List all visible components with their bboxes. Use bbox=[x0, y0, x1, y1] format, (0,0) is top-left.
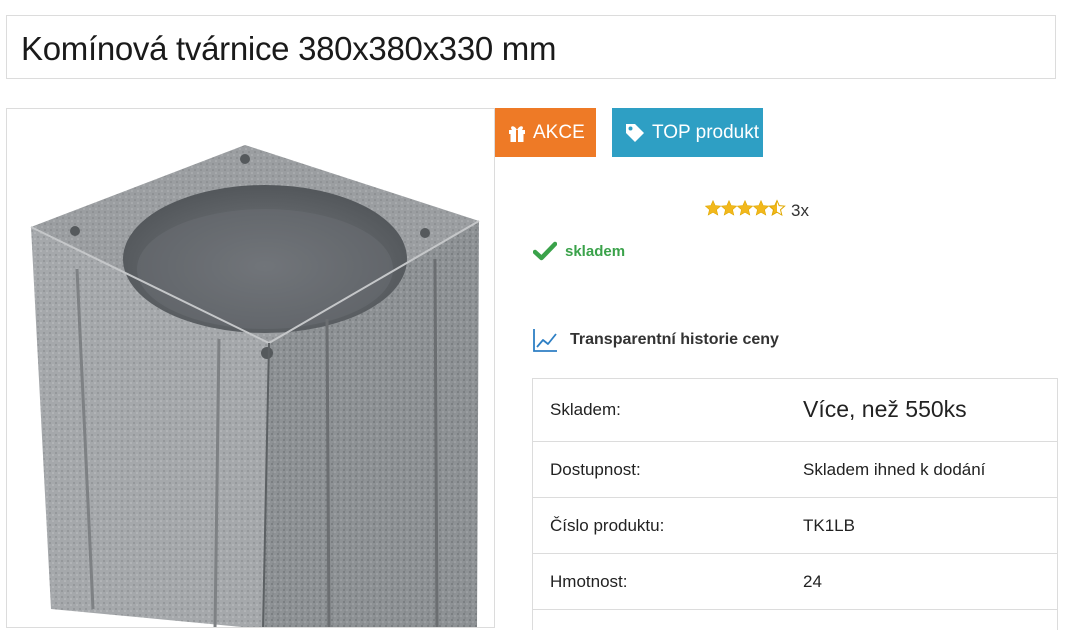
param-value: 24 bbox=[803, 572, 822, 591]
param-label: Číslo produktu: bbox=[550, 516, 665, 535]
param-label: Skladem: bbox=[550, 400, 621, 419]
product-params-table: Skladem: Více, než 550ks Dostupnost: Skl… bbox=[532, 378, 1058, 630]
gift-icon bbox=[509, 125, 525, 142]
param-value: Skladem ihned k dodání bbox=[803, 460, 986, 479]
tag-icon bbox=[626, 123, 644, 142]
rating-stars-icon bbox=[705, 200, 786, 216]
price-history-label: Transparentní historie ceny bbox=[570, 331, 779, 348]
availability-status: skladem bbox=[533, 241, 625, 261]
availability-label: skladem bbox=[565, 242, 626, 260]
checkmark-icon bbox=[533, 241, 557, 261]
product-title-box: Komínová tvárnice 380x380x330 mm bbox=[6, 15, 1056, 79]
top-produkt-label: TOP produkt bbox=[652, 121, 760, 143]
product-rating[interactable]: 3x bbox=[705, 197, 809, 220]
price-history-link[interactable]: Transparentní historie ceny bbox=[532, 327, 779, 353]
param-row-partial bbox=[533, 610, 1057, 630]
line-chart-icon bbox=[533, 329, 557, 352]
param-value: TK1LB bbox=[803, 516, 855, 535]
param-value: Více, než 550ks bbox=[803, 396, 967, 422]
product-image[interactable] bbox=[6, 108, 495, 628]
param-label: Dostupnost: bbox=[550, 460, 641, 479]
product-title: Komínová tvárnice 380x380x330 mm bbox=[21, 30, 557, 67]
chimney-block-image bbox=[30, 145, 480, 627]
param-row-hmotnost: Hmotnost: 24 bbox=[533, 554, 1057, 610]
akce-label: AKCE bbox=[533, 121, 585, 143]
param-row-cislo-produktu: Číslo produktu: TK1LB bbox=[533, 498, 1057, 554]
param-label: Hmotnost: bbox=[550, 572, 628, 591]
param-row-dostupnost: Dostupnost: Skladem ihned k dodání bbox=[533, 442, 1057, 498]
top-produkt-badge[interactable]: TOP produkt bbox=[612, 108, 763, 157]
param-row-skladem: Skladem: Více, než 550ks bbox=[533, 379, 1057, 442]
rating-count: 3x bbox=[791, 201, 809, 220]
akce-badge[interactable]: AKCE bbox=[495, 108, 596, 157]
